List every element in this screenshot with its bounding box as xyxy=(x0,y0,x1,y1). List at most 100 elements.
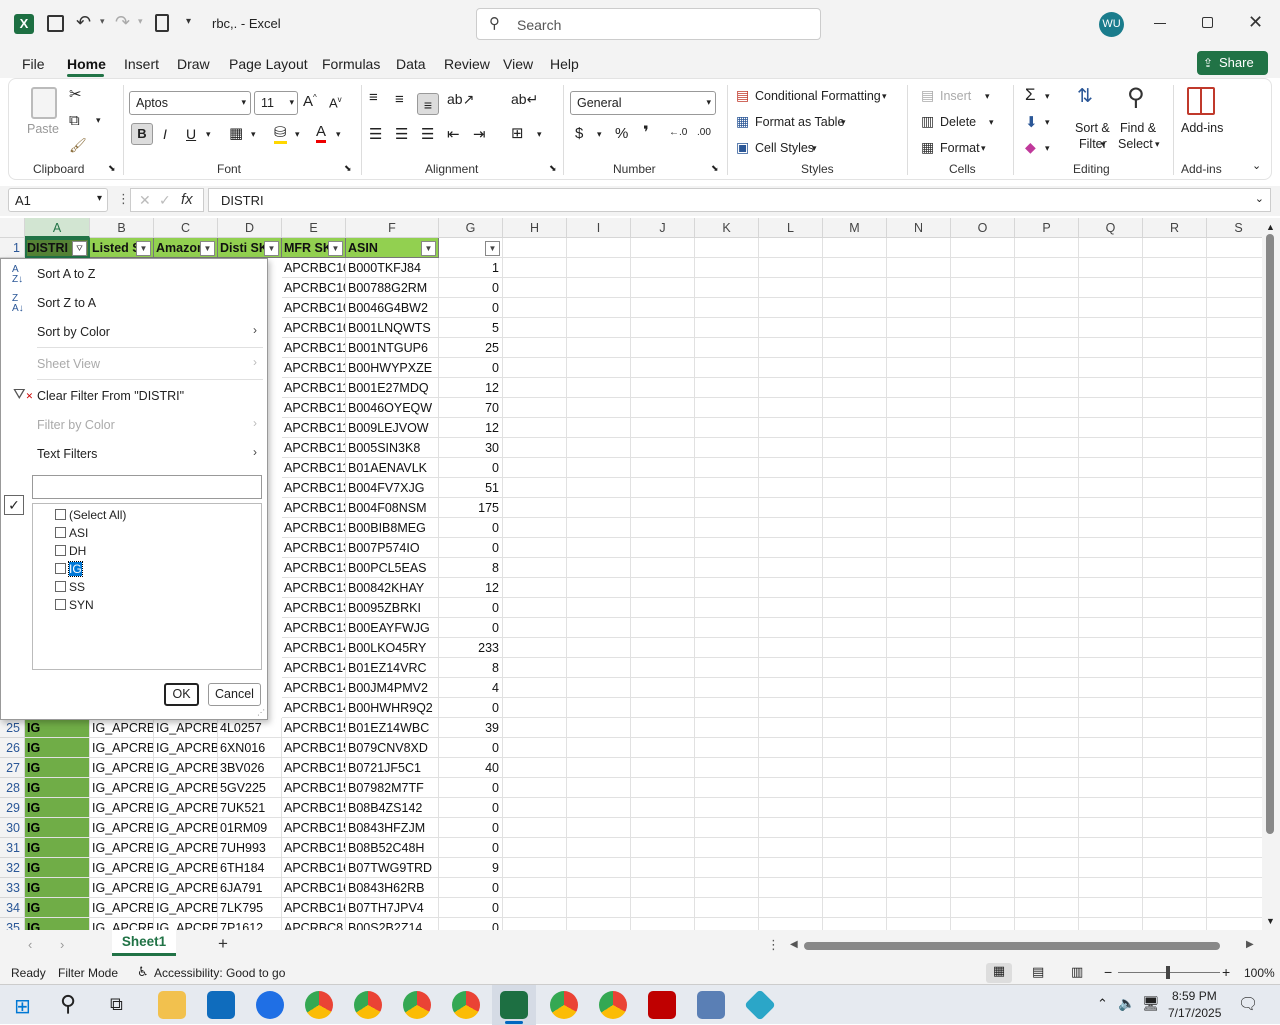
decrease-font-icon[interactable]: Av xyxy=(329,95,342,110)
table-cell[interactable] xyxy=(695,578,759,598)
chevron-down-icon[interactable]: ▾ xyxy=(989,117,994,128)
table-cell[interactable] xyxy=(695,638,759,658)
table-cell[interactable] xyxy=(887,278,951,298)
table-cell[interactable] xyxy=(567,258,631,278)
search-box[interactable]: ⚲ Search xyxy=(476,8,821,40)
tab-formulas[interactable]: Formulas xyxy=(322,56,380,72)
table-cell[interactable] xyxy=(1143,538,1207,558)
table-cell[interactable] xyxy=(951,758,1015,778)
table-cell[interactable] xyxy=(1143,898,1207,918)
conditional-formatting-button[interactable]: Conditional Formatting xyxy=(755,89,881,103)
tab-help[interactable]: Help xyxy=(550,56,579,72)
table-cell[interactable] xyxy=(695,918,759,930)
filter-dropdown-icon[interactable]: ▼ xyxy=(421,241,436,256)
close-icon[interactable]: ✕ xyxy=(1248,12,1263,33)
tab-insert[interactable]: Insert xyxy=(124,56,159,72)
sort-by-color-item[interactable]: Sort by Color xyxy=(37,325,110,339)
table-cell[interactable] xyxy=(1207,738,1262,758)
table-cell[interactable] xyxy=(631,818,695,838)
table-cell[interactable] xyxy=(695,798,759,818)
table-cell[interactable] xyxy=(1015,578,1079,598)
table-cell[interactable] xyxy=(951,898,1015,918)
table-cell[interactable] xyxy=(567,738,631,758)
table-cell[interactable] xyxy=(759,478,823,498)
table-cell[interactable] xyxy=(567,338,631,358)
table-cell[interactable]: 8 xyxy=(439,658,503,678)
filter-value-item[interactable]: IG xyxy=(47,561,83,577)
table-cell[interactable] xyxy=(695,398,759,418)
table-cell[interactable] xyxy=(567,718,631,738)
table-cell[interactable] xyxy=(759,238,823,258)
table-cell[interactable] xyxy=(1207,278,1262,298)
column-header-p[interactable]: P xyxy=(1015,218,1079,238)
formula-input[interactable]: DISTRI ⌄ xyxy=(208,188,1271,212)
table-cell[interactable] xyxy=(1015,598,1079,618)
table-cell[interactable] xyxy=(631,598,695,618)
restore-icon[interactable] xyxy=(1202,17,1213,28)
table-cell[interactable] xyxy=(887,758,951,778)
table-cell[interactable]: IG_APCRB xyxy=(90,878,154,898)
table-cell[interactable]: IG_APCRB xyxy=(154,898,218,918)
table-cell[interactable] xyxy=(1207,498,1262,518)
table-cell[interactable]: IG_APCRB xyxy=(154,878,218,898)
table-cell[interactable] xyxy=(567,878,631,898)
table-cell[interactable]: 3BV026 xyxy=(218,758,282,778)
table-cell[interactable] xyxy=(1143,858,1207,878)
table-cell[interactable]: 0 xyxy=(439,598,503,618)
column-header-d[interactable]: D xyxy=(218,218,282,238)
table-cell[interactable] xyxy=(631,318,695,338)
table-cell[interactable] xyxy=(631,898,695,918)
table-cell[interactable] xyxy=(823,678,887,698)
table-cell[interactable] xyxy=(1143,358,1207,378)
table-cell[interactable] xyxy=(1207,638,1262,658)
paste-icon[interactable] xyxy=(31,87,57,119)
table-cell[interactable] xyxy=(887,918,951,930)
table-cell[interactable]: B004F08NSM xyxy=(346,498,439,518)
vertical-scrollbar-track[interactable]: ▲ ▼ xyxy=(1262,218,1280,930)
table-cell[interactable] xyxy=(951,858,1015,878)
table-cell[interactable]: B00EAYFWJG xyxy=(346,618,439,638)
network-icon[interactable]: 🖥 xyxy=(1142,995,1160,1012)
table-cell[interactable] xyxy=(695,318,759,338)
customize-qat-icon[interactable]: ▾ xyxy=(186,16,191,27)
volume-icon[interactable]: 🔈 xyxy=(1118,995,1135,1012)
table-cell[interactable] xyxy=(951,918,1015,930)
table-cell[interactable]: APCRBC13 xyxy=(282,578,346,598)
table-cell[interactable]: 30 xyxy=(439,438,503,458)
table-cell[interactable] xyxy=(695,498,759,518)
table-cell[interactable]: 6TH184 xyxy=(218,858,282,878)
borders-dropdown-icon[interactable]: ▾ xyxy=(251,129,256,140)
table-cell[interactable] xyxy=(503,398,567,418)
table-cell[interactable] xyxy=(1015,758,1079,778)
table-cell[interactable]: 175 xyxy=(439,498,503,518)
table-cell[interactable] xyxy=(503,438,567,458)
zoom-in-icon[interactable]: + xyxy=(1222,964,1230,980)
table-cell[interactable]: 12 xyxy=(439,378,503,398)
tray-chevron-icon[interactable]: ⌃ xyxy=(1097,996,1108,1012)
table-cell[interactable] xyxy=(887,538,951,558)
cancel-button[interactable]: Cancel xyxy=(208,683,261,706)
row-header[interactable]: 29 xyxy=(0,798,25,818)
font-size-select[interactable]: 11 ▾ xyxy=(254,91,298,115)
column-header-o[interactable]: O xyxy=(951,218,1015,238)
table-cell[interactable] xyxy=(1015,438,1079,458)
table-cell[interactable] xyxy=(503,538,567,558)
underline-dropdown-icon[interactable]: ▾ xyxy=(206,129,211,140)
table-cell[interactable] xyxy=(631,418,695,438)
table-cell[interactable]: APCRBC14 xyxy=(282,638,346,658)
table-cell[interactable] xyxy=(1079,838,1143,858)
table-cell[interactable] xyxy=(567,358,631,378)
calculator-app-icon[interactable] xyxy=(697,991,725,1019)
table-cell[interactable] xyxy=(823,438,887,458)
table-cell[interactable]: B009LEJVOW xyxy=(346,418,439,438)
table-cell[interactable] xyxy=(1207,898,1262,918)
bottom-align-button[interactable]: ≡ xyxy=(417,93,439,115)
row-header[interactable]: 32 xyxy=(0,858,25,878)
table-cell[interactable] xyxy=(1079,798,1143,818)
table-cell[interactable]: 4L0257 xyxy=(218,718,282,738)
table-cell[interactable] xyxy=(1015,618,1079,638)
chevron-down-icon[interactable]: ▾ xyxy=(841,117,846,128)
table-cell[interactable] xyxy=(567,898,631,918)
table-cell[interactable] xyxy=(759,498,823,518)
table-cell[interactable] xyxy=(1079,438,1143,458)
